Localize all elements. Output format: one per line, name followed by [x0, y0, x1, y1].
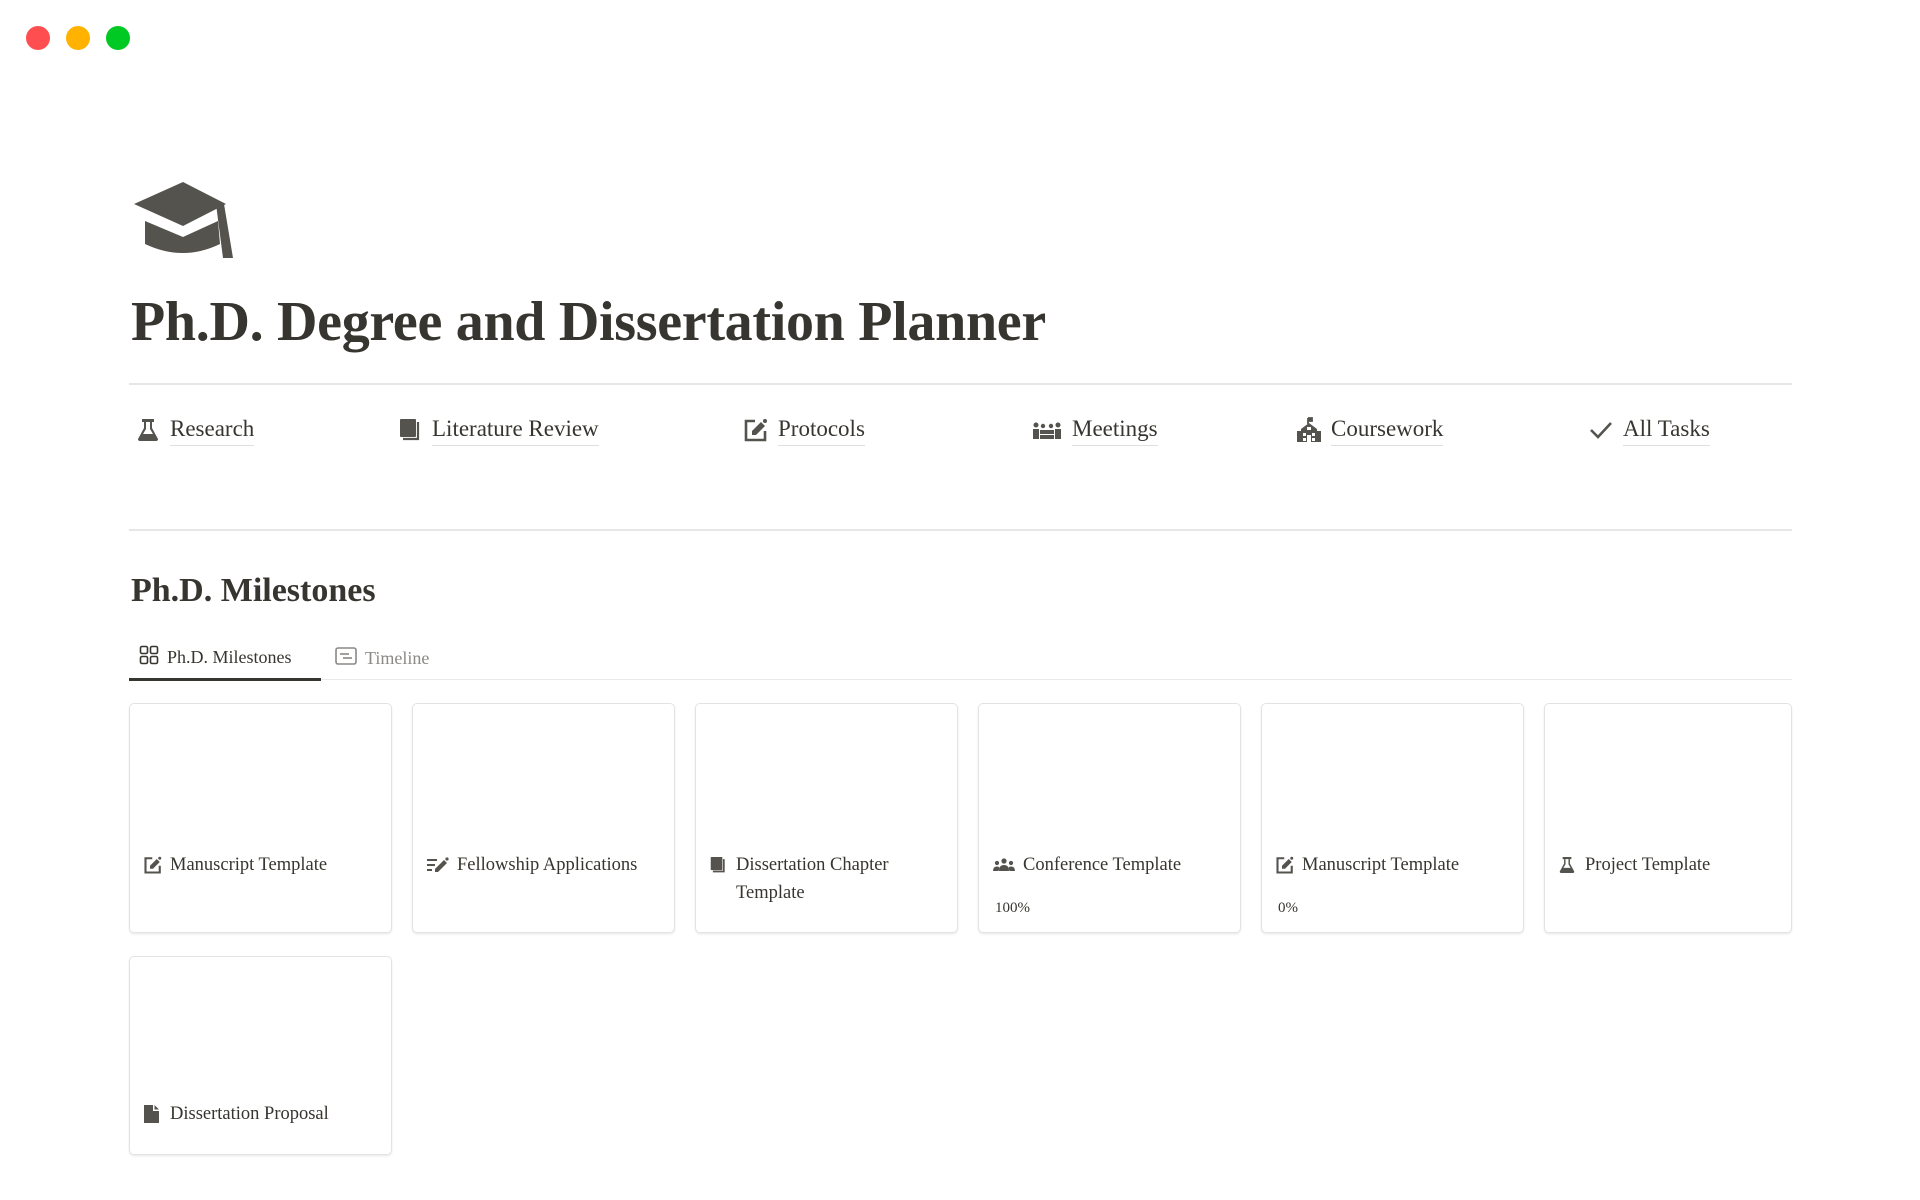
nav-link-research[interactable]: Research [136, 414, 255, 446]
milestone-card[interactable]: Manuscript Template 0% [1261, 703, 1524, 933]
graduation-cap-icon[interactable] [134, 182, 236, 262]
nav-links: Research Literature Review Protocols Mee… [0, 414, 1920, 454]
milestone-card[interactable]: Dissertation Proposal [129, 956, 392, 1155]
section-title: Ph.D. Milestones [131, 572, 376, 609]
card-title: Project Template [1585, 855, 1711, 875]
nav-link-label: Coursework [1331, 414, 1444, 446]
nav-link-label: Literature Review [432, 414, 599, 446]
checkmark-icon [1589, 418, 1613, 442]
milestone-card[interactable]: Manuscript Template [129, 703, 392, 933]
nav-link-literature-review[interactable]: Literature Review [398, 414, 599, 446]
tab-timeline[interactable]: Timeline [325, 636, 439, 680]
list-edit-icon [427, 851, 449, 879]
nav-link-label: All Tasks [1623, 414, 1710, 446]
card-title: Dissertation Chapter Template [736, 855, 889, 903]
milestone-card[interactable]: Project Template [1544, 703, 1792, 933]
nav-link-meetings[interactable]: Meetings [1032, 414, 1158, 446]
gallery-grid-icon [139, 645, 159, 670]
divider [129, 529, 1792, 531]
nav-link-label: Meetings [1072, 414, 1158, 446]
progress-value: 0% [1278, 900, 1298, 916]
card-title: Fellowship Applications [457, 855, 638, 875]
close-window-button[interactable] [26, 26, 50, 50]
book-icon [398, 418, 422, 442]
flask-icon [136, 418, 160, 442]
page-title: Ph.D. Degree and Dissertation Planner [131, 291, 1046, 353]
card-title: Dissertation Proposal [170, 1104, 329, 1124]
edit-square-icon [744, 418, 768, 442]
tab-label: Timeline [365, 647, 430, 668]
tab-phd-milestones[interactable]: Ph.D. Milestones [129, 636, 321, 681]
book-icon [710, 851, 728, 879]
school-building-icon [1297, 417, 1321, 442]
nav-link-label: Protocols [778, 414, 865, 446]
edit-square-icon [1276, 851, 1294, 879]
progress-value: 100% [995, 900, 1030, 916]
milestone-card[interactable]: Dissertation Chapter Template [695, 703, 958, 933]
document-icon [144, 1100, 162, 1128]
meeting-people-icon [1032, 418, 1062, 442]
card-title: Conference Template [1023, 855, 1182, 875]
maximize-window-button[interactable] [106, 26, 130, 50]
group-people-icon [993, 851, 1015, 879]
nav-link-all-tasks[interactable]: All Tasks [1589, 414, 1710, 446]
flask-icon [1559, 851, 1577, 879]
nav-link-coursework[interactable]: Coursework [1297, 414, 1444, 446]
edit-square-icon [144, 851, 162, 879]
nav-link-label: Research [170, 414, 255, 446]
card-title: Manuscript Template [1302, 855, 1460, 875]
window-controls [26, 26, 130, 50]
card-title: Manuscript Template [170, 855, 328, 875]
nav-link-protocols[interactable]: Protocols [744, 414, 865, 446]
milestone-card[interactable]: Fellowship Applications [412, 703, 675, 933]
milestone-card[interactable]: Conference Template 100% [978, 703, 1241, 933]
divider [129, 383, 1792, 385]
minimize-window-button[interactable] [66, 26, 90, 50]
timeline-icon [335, 646, 357, 670]
tab-label: Ph.D. Milestones [167, 646, 292, 667]
view-tabs: Ph.D. Milestones Timeline [129, 636, 1792, 681]
